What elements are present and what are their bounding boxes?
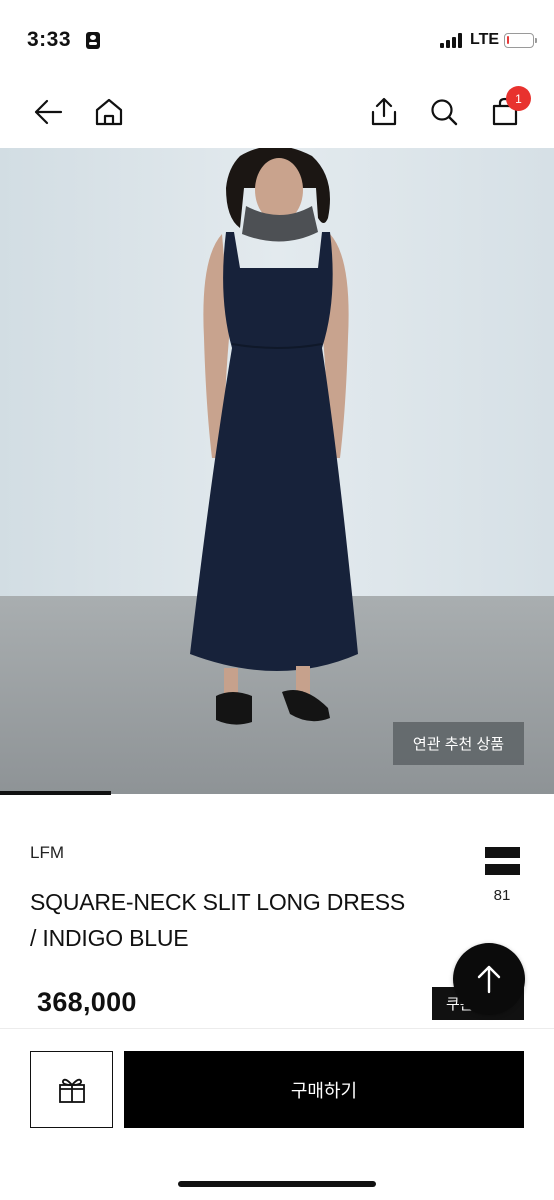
signal-icon [440,33,464,48]
product-title-line2: / INDIGO BLUE [30,925,189,951]
status-time: 3:33 [27,28,72,51]
cart-count-badge: 1 [506,86,531,111]
home-indicator[interactable] [178,1181,376,1187]
battery-icon [504,33,534,48]
home-icon [95,98,123,126]
product-price: 368,000 [37,987,137,1017]
image-progress-fill [0,791,111,795]
share-upload-icon [371,97,397,126]
product-photo [0,148,554,794]
related-products-button[interactable]: 연관 추천 상품 [393,722,524,765]
search-button[interactable] [422,76,466,148]
like-button[interactable]: 81 [482,843,522,905]
gift-icon [58,1078,85,1103]
brand-name[interactable]: LFM [30,843,64,863]
battery-level [507,36,510,44]
product-image[interactable] [0,148,554,794]
product-title: SQUARE-NECK SLIT LONG DRESS / INDIGO BLU… [30,884,450,956]
status-bar: 3:33 LTE [0,0,554,76]
back-button[interactable] [26,76,70,148]
share-button[interactable] [362,76,406,148]
search-icon [431,99,458,126]
arrow-up-icon [477,965,501,994]
arrow-left-icon [34,99,63,125]
id-badge-icon [86,32,100,49]
like-count: 81 [493,887,511,904]
scroll-to-top-button[interactable] [453,943,525,1015]
gift-button[interactable] [30,1051,113,1128]
buy-button[interactable]: 구매하기 [124,1051,524,1128]
network-label: LTE [470,31,500,48]
home-button[interactable] [87,76,131,148]
battery-tip [535,38,537,43]
image-progress-bar [0,791,554,795]
product-title-line1: SQUARE-NECK SLIT LONG DRESS [30,889,406,915]
bookmark-bars-icon [485,847,520,875]
nav-bar [0,76,554,148]
